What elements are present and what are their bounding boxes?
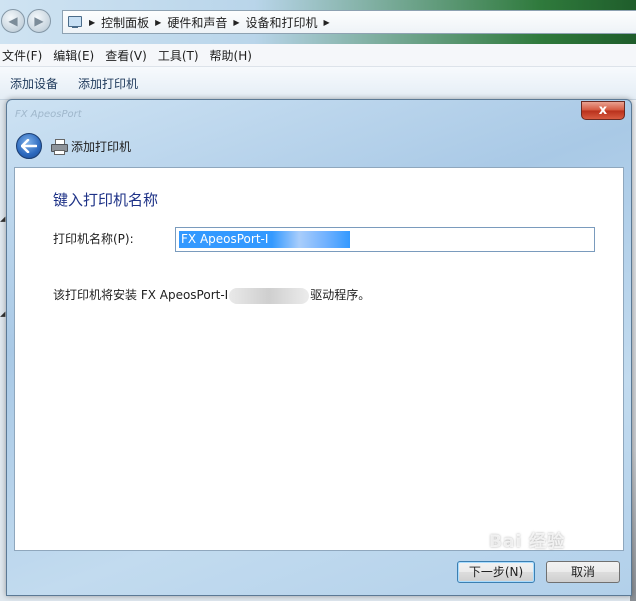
driver-info-text: 该打印机将安装 FX ApeosPort-I 驱动程序。 xyxy=(53,286,370,304)
computer-icon xyxy=(67,15,83,29)
add-printer-dialog: FX ApeosPort x 添加打印机 键入打印机名称 打印机名称(P): F… xyxy=(6,99,632,596)
breadcrumb-hardware-sound[interactable]: 硬件和声音 xyxy=(167,14,227,31)
add-device-button[interactable]: 添加设备 xyxy=(0,75,68,92)
add-printer-button[interactable]: 添加打印机 xyxy=(68,75,148,92)
close-icon: x xyxy=(598,103,608,118)
menu-tools[interactable]: 工具(T) xyxy=(155,47,207,64)
page-heading: 键入打印机名称 xyxy=(53,191,159,209)
chevron-right-icon[interactable]: ▶ xyxy=(324,18,330,27)
cancel-button[interactable]: 取消 xyxy=(546,561,620,583)
chevron-right-icon[interactable]: ▶ xyxy=(233,18,239,27)
next-button[interactable]: 下一步(N) xyxy=(457,561,535,583)
redacted-region xyxy=(272,231,351,248)
menu-file[interactable]: 文件(F) xyxy=(0,47,50,64)
background-title-ghost: FX ApeosPort xyxy=(15,109,82,120)
printer-name-value: FX ApeosPort-I xyxy=(179,231,273,248)
back-nav-button[interactable]: ◀ xyxy=(1,9,25,33)
back-arrow-icon: ◀ xyxy=(8,14,18,28)
watermark: Bai 经验 xyxy=(489,532,566,552)
close-button[interactable]: x xyxy=(581,101,625,120)
driver-text-start: 该打印机将安装 FX ApeosPort-I xyxy=(53,288,229,302)
chevron-right-icon[interactable]: ▶ xyxy=(155,18,161,27)
forward-nav-button[interactable]: ▶ xyxy=(27,9,51,33)
breadcrumb[interactable]: ▶ 控制面板 ▶ 硬件和声音 ▶ 设备和打印机 ▶ xyxy=(62,10,636,34)
expand-arrow-icon[interactable]: ◢ xyxy=(0,310,5,318)
back-arrow-icon xyxy=(21,139,37,153)
address-bar: ◀ ▶ ▶ 控制面板 ▶ 硬件和声音 ▶ 设备和打印机 ▶ xyxy=(0,0,636,44)
menu-bar: 文件(F) 编辑(E) 查看(V) 工具(T) 帮助(H) xyxy=(0,44,636,67)
menu-edit[interactable]: 编辑(E) xyxy=(50,47,102,64)
printer-icon xyxy=(51,139,68,155)
wizard-content-panel: 键入打印机名称 打印机名称(P): FX ApeosPort-I 该打印机将安装… xyxy=(14,167,624,551)
dialog-title: 添加打印机 xyxy=(71,140,132,154)
command-bar: 添加设备 添加打印机 xyxy=(0,67,636,100)
forward-arrow-icon: ▶ xyxy=(34,14,44,28)
wizard-back-button[interactable] xyxy=(16,133,42,159)
printer-name-label: 打印机名称(P): xyxy=(53,232,134,246)
menu-help[interactable]: 帮助(H) xyxy=(207,47,260,64)
breadcrumb-control-panel[interactable]: 控制面板 xyxy=(101,14,149,31)
driver-text-end: 驱动程序。 xyxy=(310,288,371,302)
printer-name-input[interactable]: FX ApeosPort-I xyxy=(175,227,595,252)
chevron-right-icon[interactable]: ▶ xyxy=(89,18,95,27)
expand-arrow-icon[interactable]: ◢ xyxy=(0,215,5,223)
redacted-region xyxy=(229,287,310,304)
menu-view[interactable]: 查看(V) xyxy=(102,47,155,64)
breadcrumb-devices-printers[interactable]: 设备和打印机 xyxy=(246,14,318,31)
